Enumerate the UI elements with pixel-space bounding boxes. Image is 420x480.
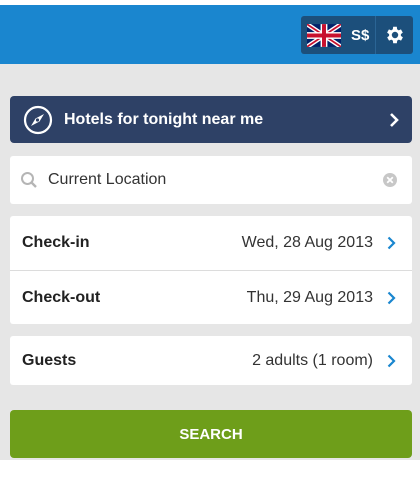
location-input[interactable] <box>48 165 382 195</box>
checkin-label: Check-in <box>22 234 90 251</box>
guests-label: Guests <box>22 351 77 369</box>
bottom-strip <box>0 460 420 480</box>
checkout-row[interactable]: Check-out Thu, 29 Aug 2013 <box>10 270 412 324</box>
uk-flag-icon[interactable] <box>307 23 341 47</box>
currency-selector[interactable]: S$ <box>351 27 369 44</box>
checkin-row[interactable]: Check-in Wed, 28 Aug 2013 <box>10 216 412 270</box>
hotels-tonight-label: Hotels for tonight near me <box>64 110 264 128</box>
search-button[interactable]: SEARCH <box>10 410 412 458</box>
checkin-value: Wed, 28 Aug 2013 <box>241 234 373 251</box>
search-icon <box>21 172 37 188</box>
chevron-right-icon <box>387 291 396 304</box>
guests-card: Guests 2 adults (1 room) <box>10 336 412 385</box>
dates-card: Check-in Wed, 28 Aug 2013 Check-out Thu,… <box>10 216 412 324</box>
location-search <box>10 156 412 204</box>
chevron-right-icon <box>390 112 399 127</box>
header-controls: S$ <box>301 16 413 54</box>
guests-row[interactable]: Guests 2 adults (1 room) <box>10 336 412 385</box>
gear-icon <box>386 26 403 44</box>
app-header: S$ <box>0 5 420 64</box>
chevron-right-icon <box>387 236 396 250</box>
checkout-value: Thu, 29 Aug 2013 <box>246 288 373 306</box>
settings-button[interactable] <box>375 16 413 54</box>
clear-icon[interactable] <box>382 172 398 188</box>
guests-value: 2 adults (1 room) <box>252 351 373 369</box>
chevron-right-icon <box>387 354 396 367</box>
checkout-label: Check-out <box>22 288 101 306</box>
hotels-tonight-button[interactable]: Hotels for tonight near me <box>10 96 412 143</box>
compass-icon <box>23 105 53 134</box>
